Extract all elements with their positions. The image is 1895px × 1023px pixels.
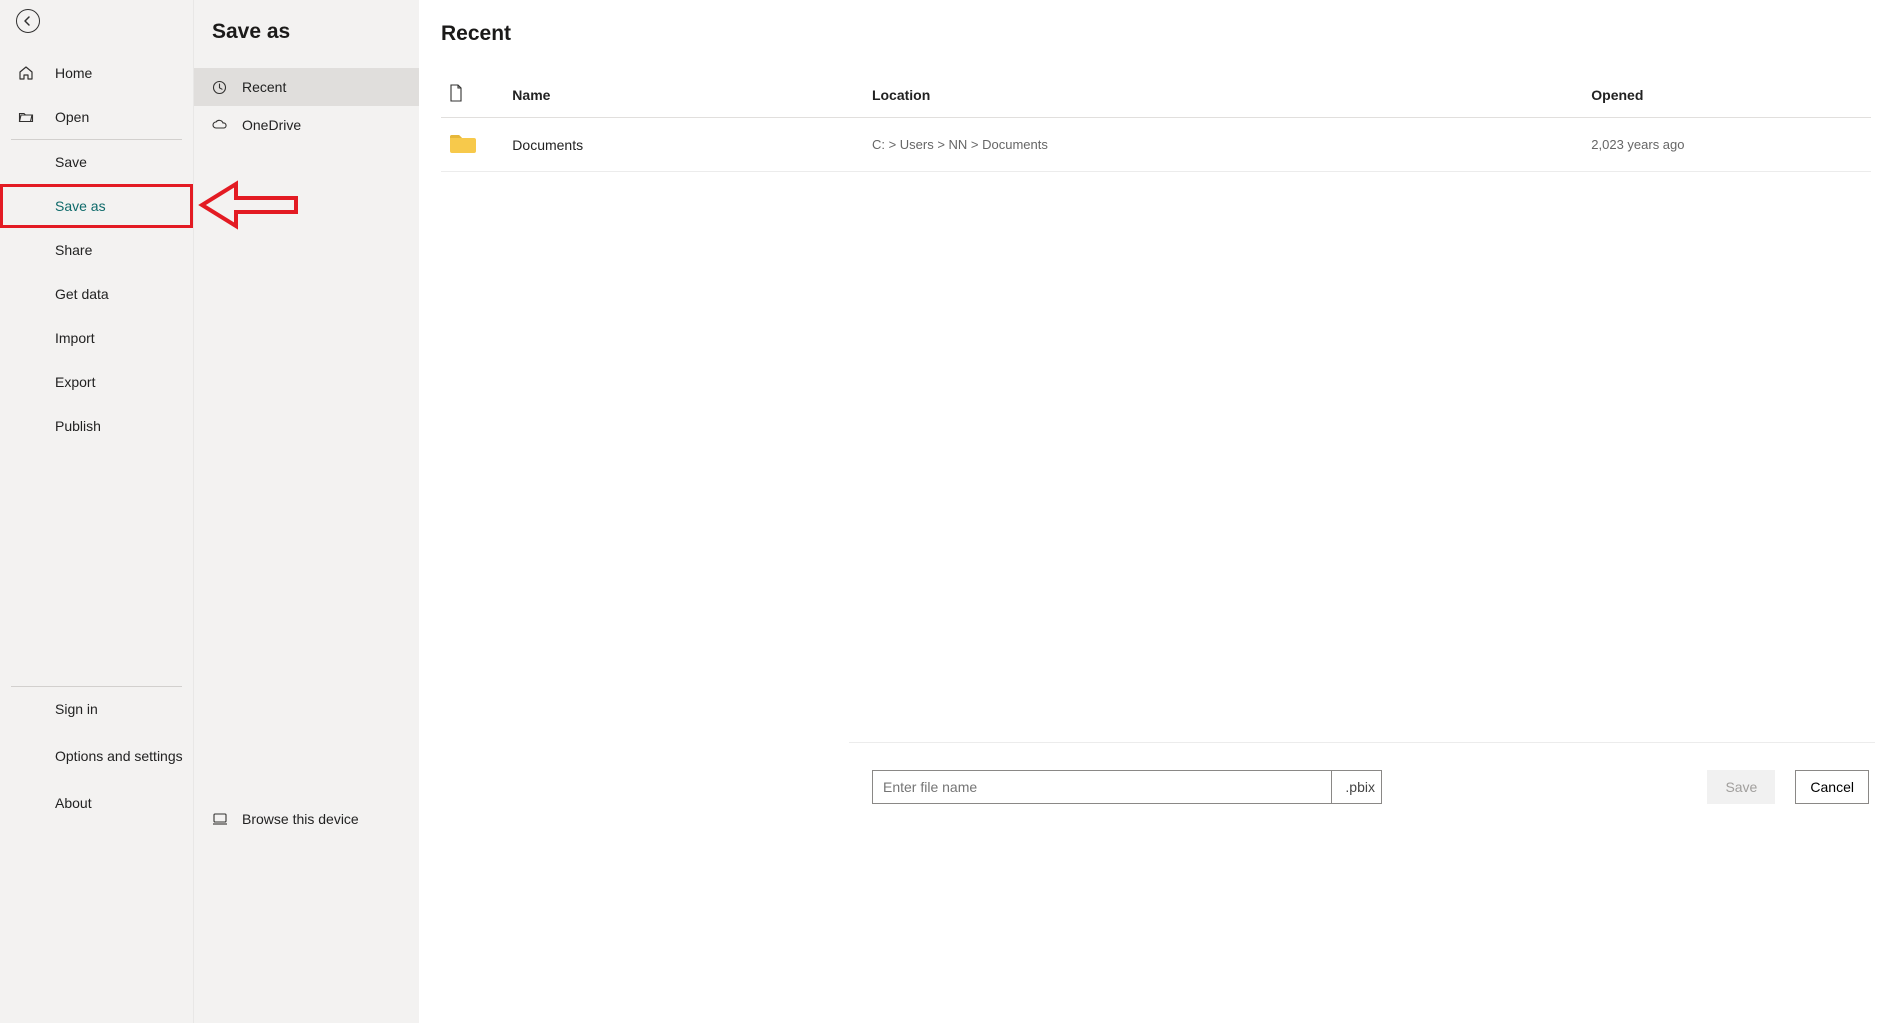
nav-label: Export <box>55 374 95 390</box>
nav-label: Home <box>55 65 92 81</box>
col-header-opened[interactable]: Opened <box>1583 74 1871 118</box>
back-button[interactable] <box>16 9 40 33</box>
folder-icon <box>449 132 477 154</box>
nav-label: Options and settings <box>55 747 183 765</box>
file-menu-list: Home Open Save Save as Share Get data Im… <box>0 51 193 448</box>
main-area: Recent Name Location Opened Documents <box>419 0 1895 1023</box>
browse-label: Browse this device <box>242 811 359 827</box>
col-header-location[interactable]: Location <box>864 74 1583 118</box>
save-as-panel: Save as Recent OneDrive Browse this devi… <box>194 0 419 1023</box>
file-menu-sidebar: Home Open Save Save as Share Get data Im… <box>0 0 194 1023</box>
nav-label: About <box>55 795 92 811</box>
table-header-row: Name Location Opened <box>441 74 1871 118</box>
row-location: C: > Users > NN > Documents <box>864 118 1583 172</box>
table-row[interactable]: Documents C: > Users > NN > Documents 2,… <box>441 118 1871 172</box>
back-arrow-icon <box>22 15 34 27</box>
filename-row: .pbix <box>872 770 1382 804</box>
row-name: Documents <box>504 118 864 172</box>
dialog-actions: Save Cancel <box>1707 770 1869 804</box>
nav-label: Save <box>55 154 87 170</box>
panel-title: Save as <box>194 0 419 68</box>
nav-label: Sign in <box>55 701 98 717</box>
main-title: Recent <box>441 22 1875 46</box>
nav-import[interactable]: Import <box>0 316 193 360</box>
location-recent[interactable]: Recent <box>194 68 419 106</box>
separator <box>849 742 1875 743</box>
file-extension: .pbix <box>1332 770 1382 804</box>
nav-save[interactable]: Save <box>0 140 193 184</box>
save-button[interactable]: Save <box>1707 770 1775 804</box>
nav-label: Open <box>55 109 89 125</box>
file-menu-bottom: Sign in Options and settings About <box>0 686 193 1023</box>
nav-share[interactable]: Share <box>0 228 193 272</box>
clock-icon <box>212 80 230 95</box>
nav-label: Share <box>55 242 92 258</box>
nav-export[interactable]: Export <box>0 360 193 404</box>
col-header-icon[interactable] <box>441 74 504 118</box>
browse-this-device[interactable]: Browse this device <box>194 819 419 1023</box>
location-label: Recent <box>242 79 286 95</box>
filename-input[interactable] <box>872 770 1332 804</box>
row-opened: 2,023 years ago <box>1583 118 1871 172</box>
nav-options-settings[interactable]: Options and settings <box>0 729 193 783</box>
file-icon <box>449 84 463 102</box>
nav-divider <box>11 686 182 687</box>
nav-label: Save as <box>55 198 106 214</box>
location-label: OneDrive <box>242 117 301 133</box>
nav-home[interactable]: Home <box>0 51 193 95</box>
device-icon <box>212 812 230 826</box>
nav-label: Import <box>55 330 95 346</box>
nav-publish[interactable]: Publish <box>0 404 193 448</box>
nav-label: Get data <box>55 286 109 302</box>
col-header-name[interactable]: Name <box>504 74 864 118</box>
cloud-icon <box>212 119 230 131</box>
cancel-button[interactable]: Cancel <box>1795 770 1869 804</box>
recent-files-table: Name Location Opened Documents C: > User… <box>441 74 1871 172</box>
nav-get-data[interactable]: Get data <box>0 272 193 316</box>
location-onedrive[interactable]: OneDrive <box>194 106 419 144</box>
nav-save-as[interactable]: Save as <box>0 184 193 228</box>
nav-about[interactable]: About <box>0 783 193 823</box>
location-list: Recent OneDrive <box>194 68 419 144</box>
nav-sign-in[interactable]: Sign in <box>0 689 193 729</box>
nav-open[interactable]: Open <box>0 95 193 139</box>
nav-label: Publish <box>55 418 101 434</box>
folder-open-icon <box>18 109 40 125</box>
home-icon <box>18 65 40 81</box>
